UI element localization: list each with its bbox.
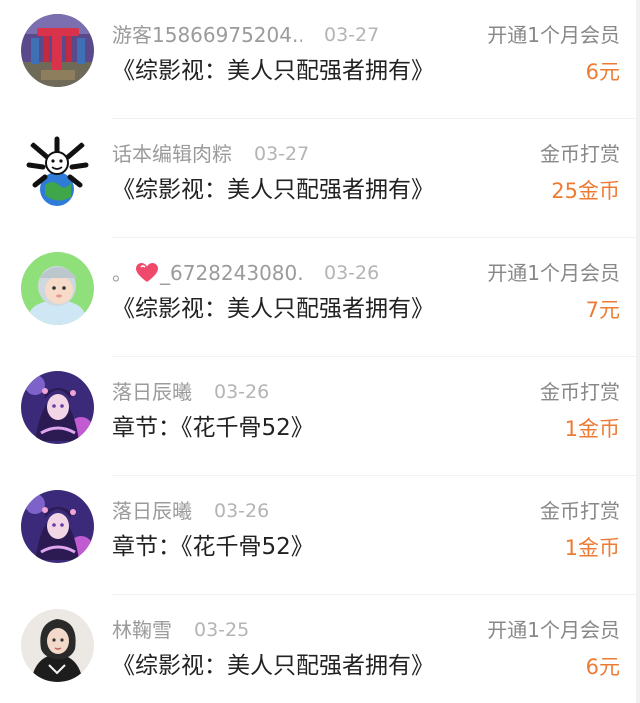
reward-type: 开通1个月会员 xyxy=(487,618,620,642)
record-meta: 落日辰曦 03-26 xyxy=(112,496,269,526)
content-title: 章节：《花千骨52》 xyxy=(112,415,314,441)
avatar[interactable] xyxy=(21,14,94,87)
user-name-text: _6728243080... xyxy=(160,261,302,285)
user-name[interactable]: 林鞠雪 xyxy=(112,615,172,645)
scrollbar-track[interactable] xyxy=(636,0,640,703)
reward-type: 金币打赏 xyxy=(540,499,620,523)
reward-amount: 7元 xyxy=(585,298,620,322)
list-item[interactable]: 林鞠雪 03-25 《综影视：美人只配强者拥有》 开通1个月会员 6元 xyxy=(0,595,640,703)
user-name-prefix: 。 xyxy=(112,261,132,285)
user-name[interactable]: 话本编辑肉粽 xyxy=(112,139,232,169)
reward-type: 开通1个月会员 xyxy=(487,23,620,47)
list-item[interactable]: 落日辰曦 03-26 章节：《花千骨52》 金币打赏 1金币 xyxy=(0,357,640,476)
record-date: 03-25 xyxy=(194,619,250,641)
user-name[interactable]: 游客15866975204... xyxy=(112,20,302,50)
reward-record-list: 游客15866975204... 03-27 《综影视：美人只配强者拥有》 开通1… xyxy=(0,0,640,703)
reward-amount: 1金币 xyxy=(564,536,620,560)
list-item[interactable]: 游客15866975204... 03-27 《综影视：美人只配强者拥有》 开通1… xyxy=(0,0,640,119)
user-name[interactable]: 落日辰曦 xyxy=(112,496,192,526)
record-date: 03-27 xyxy=(324,24,380,46)
content-title: 章节：《花千骨52》 xyxy=(112,534,314,560)
user-name[interactable]: 。 _6728243080... xyxy=(112,258,302,291)
avatar[interactable] xyxy=(21,252,94,325)
record-date: 03-26 xyxy=(214,381,270,403)
avatar[interactable] xyxy=(21,490,94,563)
content-title: 《综影视：美人只配强者拥有》 xyxy=(112,177,434,203)
reward-amount: 6元 xyxy=(585,60,620,84)
record-date: 03-26 xyxy=(324,262,380,284)
reward-amount: 25金币 xyxy=(551,179,620,203)
record-meta: 话本编辑肉粽 03-27 xyxy=(112,139,309,169)
avatar[interactable] xyxy=(21,371,94,444)
record-meta: 落日辰曦 03-26 xyxy=(112,377,269,407)
content-title: 《综影视：美人只配强者拥有》 xyxy=(112,653,434,679)
avatar[interactable] xyxy=(21,133,94,206)
list-item[interactable]: 落日辰曦 03-26 章节：《花千骨52》 金币打赏 1金币 xyxy=(0,476,640,595)
avatar[interactable] xyxy=(21,609,94,682)
user-name[interactable]: 落日辰曦 xyxy=(112,377,192,407)
record-meta: 。 _6728243080... 03-26 xyxy=(112,258,379,288)
record-date: 03-27 xyxy=(254,143,310,165)
reward-type: 金币打赏 xyxy=(540,142,620,166)
content-title: 《综影视：美人只配强者拥有》 xyxy=(112,58,434,84)
reward-amount: 1金币 xyxy=(564,417,620,441)
reward-type: 开通1个月会员 xyxy=(487,261,620,285)
reward-amount: 6元 xyxy=(585,655,620,679)
content-title: 《综影视：美人只配强者拥有》 xyxy=(112,296,434,322)
record-meta: 游客15866975204... 03-27 xyxy=(112,20,379,50)
list-item[interactable]: 话本编辑肉粽 03-27 《综影视：美人只配强者拥有》 金币打赏 25金币 xyxy=(0,119,640,238)
list-item[interactable]: 。 _6728243080... 03-26 《综影视：美人只配强者拥有》 开通1个… xyxy=(0,238,640,357)
record-meta: 林鞠雪 03-25 xyxy=(112,615,249,645)
record-date: 03-26 xyxy=(214,500,270,522)
reward-type: 金币打赏 xyxy=(540,380,620,404)
heart-icon xyxy=(136,261,158,291)
